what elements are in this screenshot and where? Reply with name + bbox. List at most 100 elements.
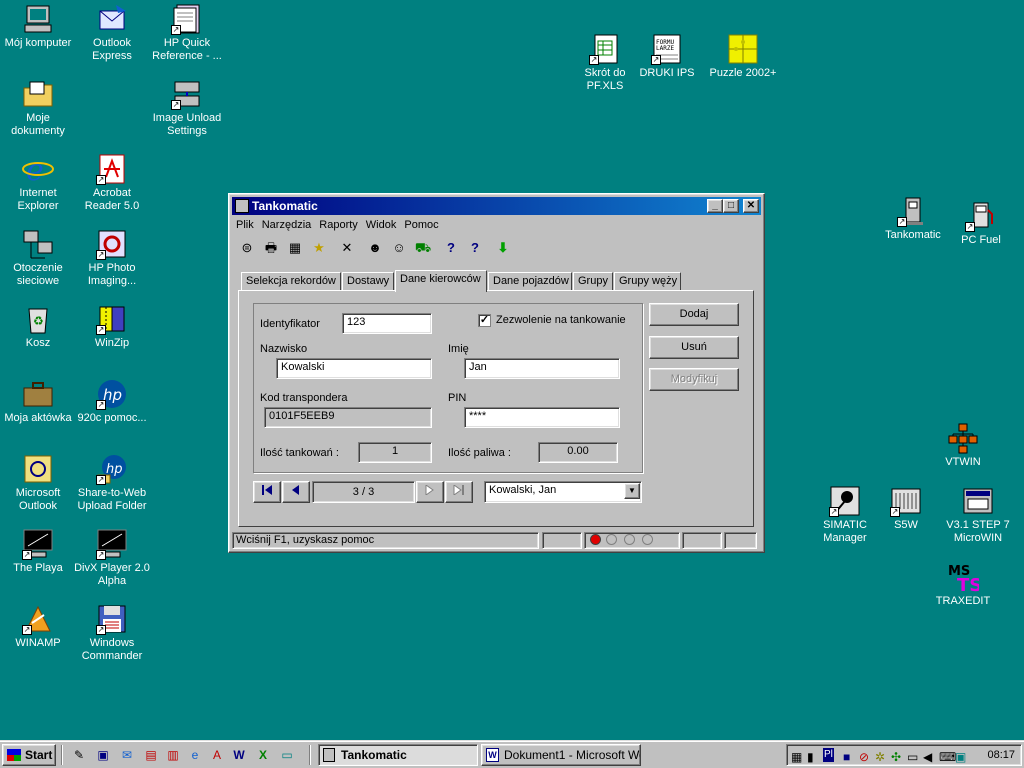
tray-keyboard-icon[interactable]: ⌨	[939, 747, 956, 767]
driver-icon[interactable]: ☻	[364, 238, 386, 260]
ql-acrobat-icon[interactable]: A	[208, 746, 226, 764]
tab-dane-pojazdow[interactable]: Dane pojazdów	[488, 272, 572, 291]
print-icon[interactable]: 🖶	[260, 238, 282, 260]
desktop-icon-recycle-bin[interactable]: ♻ Kosz	[0, 303, 76, 350]
tab-dostawy[interactable]: Dostawy	[342, 272, 394, 291]
desktop-icon-my-computer[interactable]: Mój komputer	[0, 3, 76, 50]
network-tree-icon	[947, 422, 979, 454]
desktop-icon-hp-photo[interactable]: ↗ HP Photo Imaging...	[74, 228, 150, 288]
menu-plik[interactable]: Plik	[232, 216, 258, 234]
ql-access-icon[interactable]: ▥	[164, 746, 182, 764]
desktop-icon-hp-920c[interactable]: hp ↗ 920c pomoc...	[74, 378, 150, 425]
nazwisko-field[interactable]: Kowalski	[276, 358, 432, 379]
pin-field[interactable]: ****	[464, 407, 620, 428]
start-button[interactable]: Start	[2, 744, 56, 766]
hp-quick-icon: ↗	[171, 3, 203, 35]
tray-app-icon[interactable]: ■	[843, 747, 850, 767]
ql-outlook-icon[interactable]: ✉	[118, 746, 136, 764]
desktop-icon-acrobat[interactable]: ↗ Acrobat Reader 5.0	[74, 153, 150, 213]
tray-volume-icon[interactable]: ◀	[923, 747, 932, 767]
chevron-down-icon[interactable]: ▼	[624, 483, 640, 499]
hp-icon: hp ↗	[96, 378, 128, 410]
down-arrow-icon[interactable]: ⬇	[492, 238, 514, 260]
desktop-icon-tankomatic[interactable]: ↗ Tankomatic	[875, 195, 951, 242]
tray-puzzle-icon[interactable]: ✣	[891, 747, 901, 767]
task-word[interactable]: W Dokument1 - Microsoft Word	[481, 744, 641, 766]
ql-desktop-icon[interactable]: ▭	[278, 746, 296, 764]
desktop-icon-outlook[interactable]: Microsoft Outlook	[0, 453, 76, 513]
desktop-icon-windows-commander[interactable]: ↗ Windows Commander	[74, 603, 150, 663]
desktop-icon-pc-fuel[interactable]: ↗ PC Fuel	[943, 200, 1019, 247]
identyfikator-field[interactable]: 123	[342, 313, 432, 334]
desktop-icon-briefcase[interactable]: Moja aktówka	[0, 378, 76, 425]
first-record-button[interactable]	[253, 481, 281, 503]
desktop-icon-winamp[interactable]: ↗ WINAMP	[0, 603, 76, 650]
driver-select-value: Kowalski, Jan	[489, 484, 557, 496]
menu-pomoc[interactable]: Pomoc	[400, 216, 442, 234]
imie-field[interactable]: Jan	[464, 358, 620, 379]
truck-icon[interactable]: ⛟	[412, 238, 434, 260]
desktop-icon-druki-ips[interactable]: FORMU LARZE ↗ DRUKI IPS	[629, 33, 705, 80]
desktop-icon-divx[interactable]: ↗ DivX Player 2.0 Alpha	[74, 528, 150, 588]
tab-dane-kierowcow[interactable]: Dane kierowców	[395, 270, 487, 292]
tab-grupy[interactable]: Grupy	[573, 272, 613, 291]
ql-word-icon[interactable]: W	[230, 746, 248, 764]
desktop-icon-vtwin[interactable]: VTWIN	[925, 422, 1001, 469]
task-tankomatic[interactable]: Tankomatic	[318, 744, 478, 766]
svg-text:TS: TS	[957, 575, 979, 593]
window-titlebar[interactable]: Tankomatic _ □ ✕	[232, 197, 761, 215]
ql-excel-icon[interactable]: X	[254, 746, 272, 764]
desktop-icon-network[interactable]: Otoczenie sieciowe	[0, 228, 76, 288]
star-icon[interactable]: ★	[308, 238, 330, 260]
ql-notepad-icon[interactable]: ✎	[70, 746, 88, 764]
close-button[interactable]: ✕	[743, 199, 759, 213]
drivers-group-icon[interactable]: ☺	[388, 238, 410, 260]
tray-monitor-icon[interactable]: ▣	[955, 747, 966, 767]
ql-ie-icon[interactable]: e	[186, 746, 204, 764]
ql-save-icon[interactable]: ▣	[94, 746, 112, 764]
desktop-icon-share-web[interactable]: hp ↗ Share-to-Web Upload Folder	[74, 453, 150, 513]
connect-icon[interactable]: ⊜	[236, 238, 258, 260]
nazwisko-label: Nazwisko	[260, 343, 308, 355]
ql-calendar-icon[interactable]: ▤	[142, 746, 160, 764]
desktop-icon-internet-explorer[interactable]: e Internet Explorer	[0, 153, 76, 213]
desktop-icon-playa[interactable]: ↗ The Playa	[0, 528, 76, 575]
zezwolenie-checkbox[interactable]: ✓	[478, 314, 491, 327]
desktop-icon-my-documents[interactable]: Moje dokumenty	[0, 78, 76, 138]
tray-network-icon[interactable]: ▦	[791, 747, 802, 767]
menu-narzedzia[interactable]: Narzędzia	[258, 216, 316, 234]
tray-pl-icon[interactable]: Pl	[823, 748, 834, 762]
led-off-icon	[624, 534, 635, 545]
add-button[interactable]: Dodaj	[649, 303, 739, 326]
desktop-icon-winzip[interactable]: ↗ WinZip	[74, 303, 150, 350]
desktop-icon-puzzle[interactable]: Puzzle 2002+	[705, 33, 781, 80]
maximize-button[interactable]: □	[723, 199, 739, 213]
windows-logo-icon	[7, 749, 21, 761]
network-icon	[22, 228, 54, 260]
desktop-icon-microwin[interactable]: V3.1 STEP 7 MicroWIN	[940, 485, 1016, 545]
context-help-icon[interactable]: ?	[464, 238, 486, 260]
tab-selekcja-rekordow[interactable]: Selekcja rekordów	[241, 272, 341, 291]
minimize-button[interactable]: _	[707, 199, 723, 213]
prev-record-button[interactable]	[282, 481, 310, 503]
chart-icon[interactable]: ▦	[284, 238, 306, 260]
desktop-icon-image-unload[interactable]: ↗ Image Unload Settings	[149, 78, 225, 138]
tray-settings-icon[interactable]: ✲	[875, 747, 885, 767]
tray-device-icon[interactable]: ▮	[807, 747, 814, 767]
tray-display-icon[interactable]: ▭	[907, 747, 918, 767]
toolbar: ⊜ 🖶 ▦ ★ ✕ ☻ ☺ ⛟ ? ? ⬇	[234, 236, 564, 260]
help-icon[interactable]: ?	[440, 238, 462, 260]
desktop-icon-traxedit[interactable]: MS TS TRAXEDIT	[925, 561, 1001, 608]
imie-label: Imię	[448, 343, 469, 355]
divx-icon: ↗	[96, 528, 128, 560]
tray-antivirus-icon[interactable]: ⊘	[859, 747, 869, 767]
desktop-icon-s5w[interactable]: ↗ S5W	[868, 485, 944, 532]
driver-select[interactable]: Kowalski, Jan ▼	[484, 481, 642, 503]
desktop-icon-outlook-express[interactable]: Outlook Express	[74, 3, 150, 63]
delete-button[interactable]: Usuń	[649, 336, 739, 359]
tab-grupy-wezy[interactable]: Grupy węży	[614, 272, 681, 291]
menu-widok[interactable]: Widok	[362, 216, 401, 234]
menu-raporty[interactable]: Raporty	[315, 216, 362, 234]
desktop-icon-hp-quick-reference[interactable]: ↗ HP Quick Reference - ...	[149, 3, 225, 63]
delete-icon[interactable]: ✕	[336, 238, 358, 260]
